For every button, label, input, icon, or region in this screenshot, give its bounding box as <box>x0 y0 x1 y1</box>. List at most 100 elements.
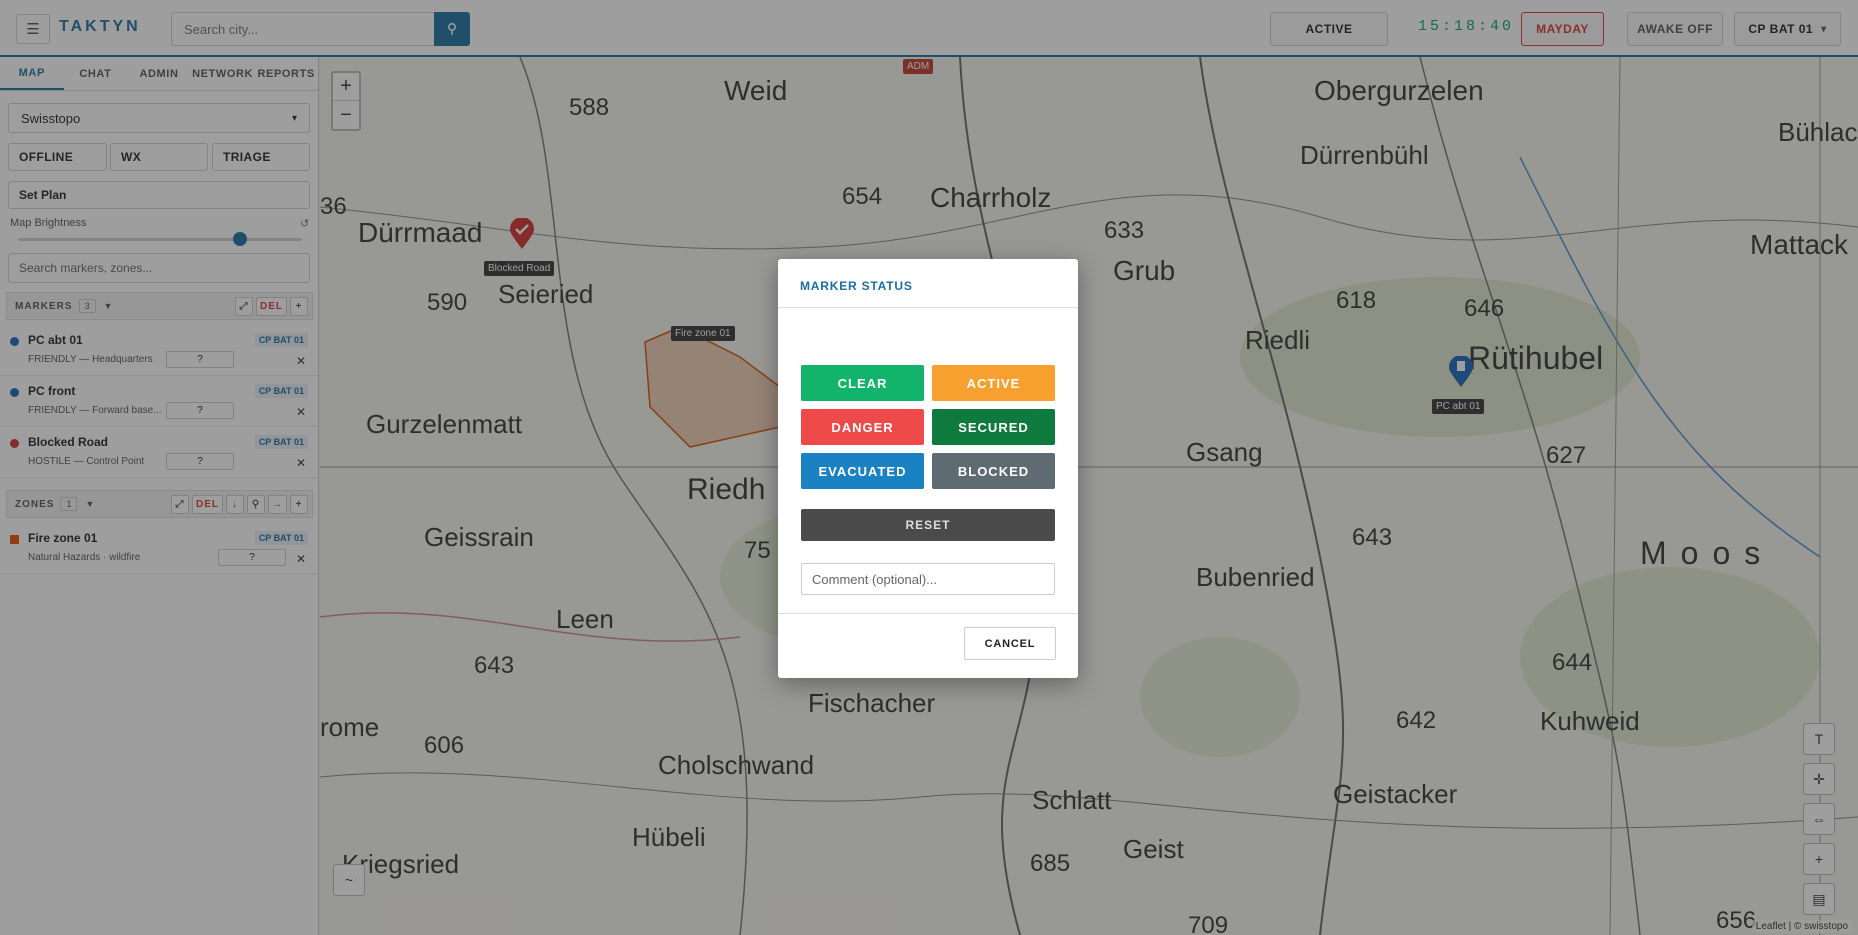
map-layer-select[interactable]: Swisstopo ▾ <box>8 103 310 133</box>
chevron-down-icon: ▾ <box>1821 23 1827 35</box>
tab-map[interactable]: MAP <box>0 57 64 90</box>
status-indicator[interactable]: ACTIVE <box>1270 12 1388 46</box>
comment-input[interactable]: Comment (optional)... <box>801 563 1055 595</box>
marker-status-button[interactable]: ? <box>166 402 234 419</box>
secured-status-button[interactable]: SECURED <box>932 409 1055 445</box>
measure-icon[interactable]: ⇔ <box>1803 803 1835 835</box>
marker-status-button[interactable]: ? <box>166 453 234 470</box>
collapse-icon[interactable]: ▼ <box>104 301 114 311</box>
zone-name: Fire zone 01 <box>28 531 98 545</box>
delete-zones-button[interactable]: DEL <box>192 495 223 514</box>
friendly-dot-icon <box>10 337 19 346</box>
danger-status-button[interactable]: DANGER <box>801 409 924 445</box>
marker-search-input[interactable]: Search markers, zones... <box>8 253 310 283</box>
evacuated-status-button[interactable]: EVACUATED <box>801 453 924 489</box>
pc-abt-label: PC abt 01 <box>1432 399 1485 414</box>
close-icon[interactable]: ✕ <box>296 552 306 566</box>
unit-badge: CP BAT 01 <box>254 435 308 449</box>
arrow-right-icon[interactable]: → <box>268 495 287 514</box>
clear-status-button[interactable]: CLEAR <box>801 365 924 401</box>
top-bar: ☰ TAKTYN ACTIVE 15:18:40 MAYDAY AWAKE OF… <box>0 0 1858 57</box>
map-attribution[interactable]: Leaflet | © swisstopo <box>1751 920 1852 933</box>
unit-badge: CP BAT 01 <box>254 531 308 545</box>
tab-network[interactable]: NETWORK <box>191 57 255 90</box>
marker-subtitle: FRIENDLY — Forward base... <box>28 405 162 416</box>
marker-name: PC abt 01 <box>28 333 83 347</box>
list-item[interactable]: Fire zone 01 CP BAT 01 Natural Hazards ·… <box>0 523 318 574</box>
add-marker-button[interactable]: + <box>290 297 308 316</box>
brightness-slider-track[interactable] <box>18 238 302 241</box>
reset-button[interactable]: RESET <box>801 509 1055 541</box>
zone-subtitle: Natural Hazards · wildfire <box>28 552 141 563</box>
zoom-control: + − <box>331 71 361 131</box>
marker-subtitle: HOSTILE — Control Point <box>28 456 145 467</box>
expand-icon[interactable]: ⤢ <box>171 495 189 514</box>
unit-label: CP BAT 01 <box>1748 22 1814 36</box>
tab-chat[interactable]: CHAT <box>64 57 128 90</box>
zone-status-button[interactable]: ? <box>218 549 286 566</box>
delete-markers-button[interactable]: DEL <box>256 297 287 316</box>
tab-admin[interactable]: ADMIN <box>127 57 191 90</box>
blocked-status-button[interactable]: BLOCKED <box>932 453 1055 489</box>
marker-name: PC front <box>28 384 76 398</box>
cancel-button[interactable]: CANCEL <box>964 627 1056 660</box>
friendly-dot-icon <box>10 388 19 397</box>
city-search-input[interactable] <box>171 12 434 46</box>
set-plan-button[interactable]: Set Plan <box>8 181 310 209</box>
list-item[interactable]: PC abt 01 CP BAT 01 FRIENDLY — Headquart… <box>0 325 318 376</box>
zoom-in-button[interactable]: + <box>333 73 359 101</box>
markers-count: 3 <box>78 299 96 313</box>
triage-button[interactable]: TRIAGE <box>212 143 310 171</box>
layers-icon[interactable]: ▤ <box>1803 883 1835 915</box>
add-tool-button[interactable]: + <box>1803 843 1835 875</box>
divider <box>778 613 1078 614</box>
list-item[interactable]: PC front CP BAT 01 FRIENDLY — Forward ba… <box>0 376 318 427</box>
offline-button[interactable]: OFFLINE <box>8 143 107 171</box>
text-tool-button[interactable]: T <box>1803 723 1835 755</box>
hostile-dot-icon <box>10 439 19 448</box>
download-icon[interactable]: ↓ <box>226 495 244 514</box>
marker-name: Blocked Road <box>28 435 109 449</box>
unit-badge: CP BAT 01 <box>254 384 308 398</box>
unit-badge: CP BAT 01 <box>254 333 308 347</box>
add-zone-button[interactable]: + <box>290 495 308 514</box>
zones-header: ZONES 1 ▼ ⤢ DEL ↓ ⚲ → + <box>6 490 313 518</box>
awake-toggle[interactable]: AWAKE OFF <box>1627 12 1723 46</box>
app-brand: TAKTYN <box>59 18 141 35</box>
marker-subtitle: FRIENDLY — Headquarters <box>28 354 153 365</box>
sidebar: MAP CHAT ADMIN NETWORK REPORTS Swisstopo… <box>0 57 319 935</box>
unit-dropdown[interactable]: CP BAT 01 ▾ <box>1734 12 1841 46</box>
tab-reports[interactable]: REPORTS <box>254 57 318 90</box>
active-status-button[interactable]: ACTIVE <box>932 365 1055 401</box>
tilde-icon[interactable]: ~ <box>333 864 365 896</box>
close-icon[interactable]: ✕ <box>296 456 306 470</box>
mayday-button[interactable]: MAYDAY <box>1521 12 1604 46</box>
blocked-road-label: Blocked Road <box>484 261 555 276</box>
fire-zone-label: Fire zone 01 <box>671 326 735 341</box>
zone-color-icon <box>10 535 19 544</box>
reset-icon[interactable]: ↺ <box>300 217 309 230</box>
crosshair-icon[interactable]: ✛ <box>1803 763 1835 795</box>
menu-icon[interactable]: ☰ <box>16 14 50 44</box>
map-canvas[interactable]: Weid Obergurzelen Dürrenbühl Bühlac Dürr… <box>320 57 1858 935</box>
close-icon[interactable]: ✕ <box>296 405 306 419</box>
dialog-title: MARKER STATUS <box>800 279 913 293</box>
friendly-marker-icon[interactable] <box>1448 356 1474 388</box>
expand-icon[interactable]: ⤢ <box>235 297 253 316</box>
collapse-icon[interactable]: ▼ <box>85 499 95 509</box>
brightness-label: Map Brightness <box>10 217 87 229</box>
zones-title: ZONES <box>15 498 55 510</box>
hostile-marker-icon[interactable] <box>509 218 535 250</box>
brightness-slider-thumb[interactable] <box>232 232 247 246</box>
list-item[interactable]: Blocked Road CP BAT 01 HOSTILE — Control… <box>0 427 318 478</box>
divider <box>778 307 1078 308</box>
pin-icon[interactable]: ⚲ <box>247 495 265 514</box>
zones-count: 1 <box>60 497 78 511</box>
locate-button[interactable] <box>434 12 470 46</box>
wx-button[interactable]: WX <box>110 143 208 171</box>
clock: 15:18:40 <box>1418 18 1515 35</box>
marker-status-dialog: MARKER STATUS CLEAR ACTIVE DANGER SECURE… <box>778 259 1078 678</box>
zoom-out-button[interactable]: − <box>333 101 359 129</box>
close-icon[interactable]: ✕ <box>296 354 306 368</box>
marker-status-button[interactable]: ? <box>166 351 234 368</box>
